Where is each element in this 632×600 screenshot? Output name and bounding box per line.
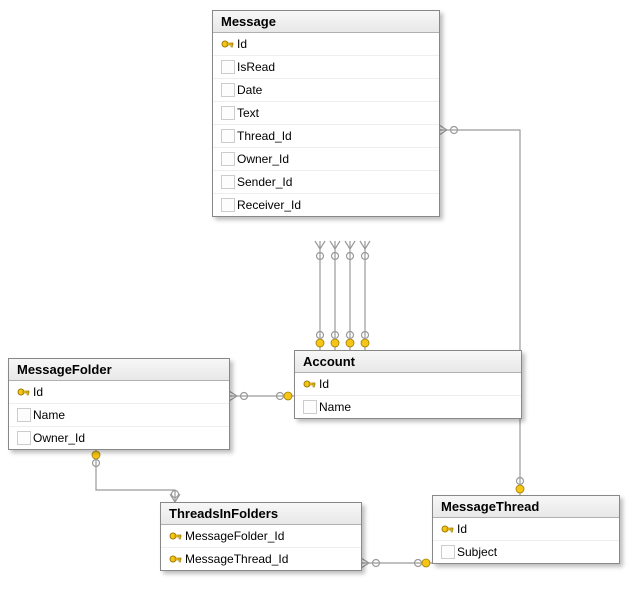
column-row[interactable]: Name xyxy=(295,396,521,418)
key-icon xyxy=(15,386,33,398)
column-row[interactable]: MessageThread_Id xyxy=(161,548,361,570)
entity-messagethread-columns: Id Subject xyxy=(433,518,619,563)
key-icon xyxy=(439,523,457,535)
column-name: MessageThread_Id xyxy=(185,552,288,566)
column-row[interactable]: Owner_Id xyxy=(9,427,229,449)
blank-icon xyxy=(219,129,237,143)
column-name: Receiver_Id xyxy=(237,198,301,212)
column-row[interactable]: Date xyxy=(213,79,439,102)
column-row[interactable]: Id xyxy=(433,518,619,541)
blank-icon xyxy=(219,83,237,97)
column-name: Sender_Id xyxy=(237,175,292,189)
column-row[interactable]: Id xyxy=(295,373,521,396)
column-row[interactable]: Receiver_Id xyxy=(213,194,439,216)
blank-icon xyxy=(219,175,237,189)
column-row[interactable]: Id xyxy=(213,33,439,56)
column-row[interactable]: IsRead xyxy=(213,56,439,79)
column-row[interactable]: Thread_Id xyxy=(213,125,439,148)
entity-message-header: Message xyxy=(213,11,439,33)
column-name: Thread_Id xyxy=(237,129,292,143)
entity-account-columns: Id Name xyxy=(295,373,521,418)
key-icon xyxy=(219,38,237,50)
column-name: Name xyxy=(33,408,65,422)
column-row[interactable]: Text xyxy=(213,102,439,125)
blank-icon xyxy=(219,106,237,120)
entity-threadsinfolders[interactable]: ThreadsInFolders MessageFolder_IdMessage… xyxy=(160,502,362,571)
entity-threadsinfolders-columns: MessageFolder_Id MessageThread_Id xyxy=(161,525,361,570)
entity-account[interactable]: Account Id Name xyxy=(294,350,522,419)
entity-threadsinfolders-header: ThreadsInFolders xyxy=(161,503,361,525)
blank-icon xyxy=(219,60,237,74)
blank-icon xyxy=(15,431,33,445)
column-name: Date xyxy=(237,83,262,97)
column-row[interactable]: Id xyxy=(9,381,229,404)
entity-messagefolder-header: MessageFolder xyxy=(9,359,229,381)
entity-message[interactable]: Message Id IsRead Date Text Thread_Id Owner_I… xyxy=(212,10,440,217)
column-row[interactable]: Sender_Id xyxy=(213,171,439,194)
column-row[interactable]: Name xyxy=(9,404,229,427)
blank-icon xyxy=(219,198,237,212)
entity-messagethread[interactable]: MessageThread Id Subject xyxy=(432,495,620,564)
column-name: Owner_Id xyxy=(33,431,85,445)
column-name: MessageFolder_Id xyxy=(185,529,284,543)
blank-icon xyxy=(301,400,319,414)
entity-messagethread-header: MessageThread xyxy=(433,496,619,518)
column-name: Owner_Id xyxy=(237,152,289,166)
entity-messagefolder[interactable]: MessageFolder Id Name Owner_Id xyxy=(8,358,230,450)
entity-account-header: Account xyxy=(295,351,521,373)
blank-icon xyxy=(439,545,457,559)
column-row[interactable]: Subject xyxy=(433,541,619,563)
column-name: Text xyxy=(237,106,259,120)
column-name: Id xyxy=(457,522,467,536)
blank-icon xyxy=(15,408,33,422)
column-row[interactable]: MessageFolder_Id xyxy=(161,525,361,548)
column-name: Id xyxy=(319,377,329,391)
column-name: Subject xyxy=(457,545,497,559)
key-icon xyxy=(301,378,319,390)
entity-messagefolder-columns: Id Name Owner_Id xyxy=(9,381,229,449)
column-name: Id xyxy=(33,385,43,399)
column-name: Name xyxy=(319,400,351,414)
entity-message-columns: Id IsRead Date Text Thread_Id Owner_Id Sender_… xyxy=(213,33,439,216)
column-name: IsRead xyxy=(237,60,275,74)
key-icon xyxy=(167,553,185,565)
blank-icon xyxy=(219,152,237,166)
key-icon xyxy=(167,530,185,542)
column-name: Id xyxy=(237,37,247,51)
column-row[interactable]: Owner_Id xyxy=(213,148,439,171)
